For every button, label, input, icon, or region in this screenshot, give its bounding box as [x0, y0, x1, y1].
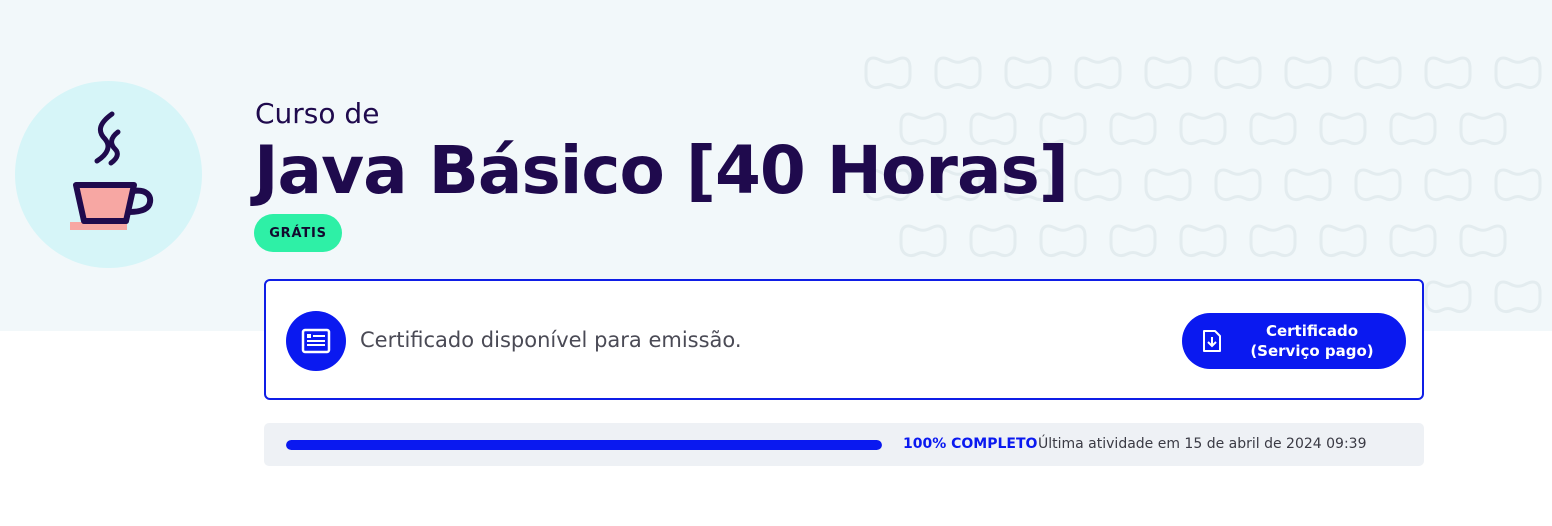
download-document-icon: [1203, 330, 1221, 352]
course-title: Java Básico [40 Horas]: [254, 132, 1069, 209]
certificate-card: Certificado disponível para emissão. Cer…: [264, 279, 1424, 400]
certificate-icon: [301, 328, 331, 354]
coffee-cup-icon: [70, 111, 154, 230]
course-prefix: Curso de: [255, 97, 380, 130]
progress-status: 100% COMPLETO: [903, 436, 1038, 452]
certificate-button[interactable]: Certificado (Serviço pago): [1182, 313, 1406, 369]
certificate-message: Certificado disponível para emissão.: [360, 328, 742, 352]
last-activity: Última atividade em 15 de abril de 2024 …: [1038, 436, 1367, 452]
certificate-icon-circle: [286, 311, 346, 371]
progress-bar-fill: [286, 440, 882, 450]
course-icon: [15, 81, 202, 268]
free-badge: GRÁTIS: [254, 214, 342, 252]
progress-panel: 100% COMPLETO Última atividade em 15 de …: [264, 423, 1424, 466]
certificate-button-label: Certificado (Serviço pago): [1250, 322, 1374, 360]
progress-bar: [286, 440, 882, 450]
